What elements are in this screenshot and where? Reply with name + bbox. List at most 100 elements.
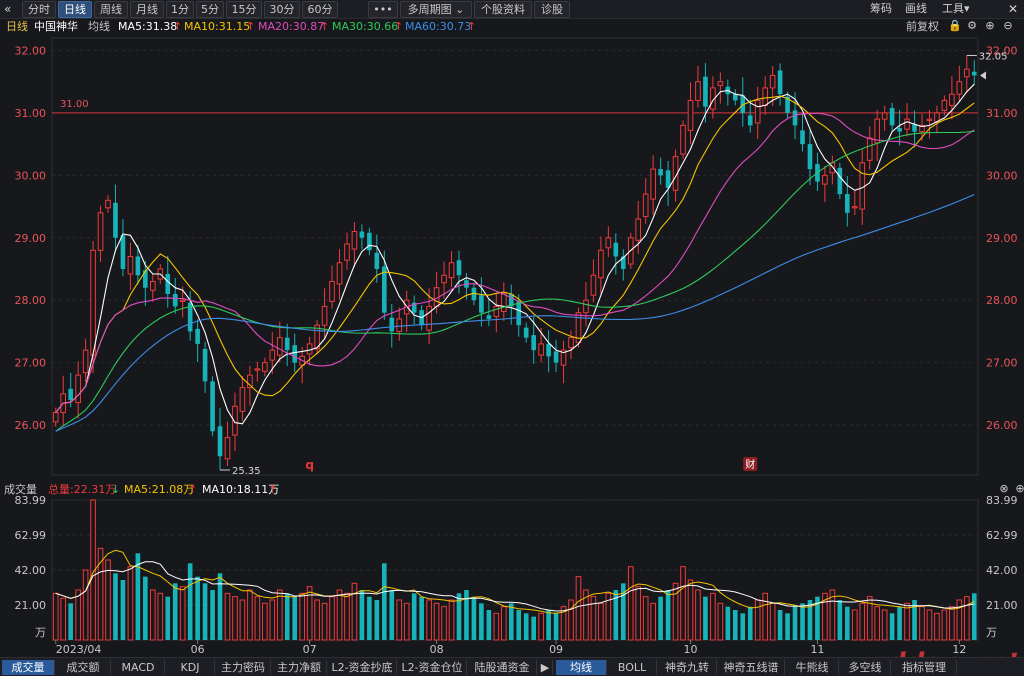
ma60-line bbox=[55, 193, 975, 432]
volume-bar-down bbox=[740, 613, 746, 640]
candle-body-down bbox=[732, 94, 738, 101]
candle-body-up bbox=[90, 249, 96, 356]
candle-body-down bbox=[120, 235, 126, 269]
volume-bar-up bbox=[82, 569, 89, 641]
candle-body-down bbox=[113, 202, 118, 238]
indicator-tab-2[interactable]: MACD bbox=[112, 660, 165, 675]
candle-body-up bbox=[635, 218, 642, 241]
candle-body-down bbox=[367, 232, 372, 251]
expand-panel-icon[interactable]: ⊕ bbox=[1014, 483, 1024, 495]
indicator-tab-0[interactable]: 成交量 bbox=[2, 660, 55, 675]
volume-bar-down bbox=[389, 589, 395, 640]
candle-body-down bbox=[516, 301, 522, 326]
indicator-tab-6[interactable]: L2-资金抄底 bbox=[328, 660, 397, 675]
volume-bar-down bbox=[471, 596, 477, 640]
candle-body-up bbox=[441, 274, 447, 284]
candle-body-down bbox=[523, 327, 529, 338]
indicator-tab-4[interactable]: 主力密码 bbox=[216, 660, 271, 675]
price-tick-left: 29.00 bbox=[15, 232, 47, 245]
close-panel-icon[interactable]: ⊗ bbox=[998, 483, 1010, 495]
volume-bar-down bbox=[516, 609, 522, 640]
overlay-tab-1[interactable]: BOLL bbox=[608, 660, 657, 675]
volume-bar-up bbox=[881, 609, 888, 641]
volume-ma5-line bbox=[55, 549, 975, 614]
volume-bar-up bbox=[762, 592, 768, 641]
volume-bar-up bbox=[642, 596, 649, 641]
candle-body-up bbox=[500, 293, 507, 312]
candle-body-up bbox=[329, 280, 335, 302]
volume-bar-down bbox=[665, 589, 671, 640]
volume-bar-up bbox=[956, 599, 963, 641]
volume-title: 成交量 bbox=[4, 483, 37, 496]
volume-ma5: MA5:21.08万 bbox=[124, 483, 195, 496]
price-tick-left: 28.00 bbox=[15, 294, 47, 307]
x-tick-label: 06 bbox=[191, 643, 205, 656]
volume-bar-up bbox=[329, 596, 335, 641]
volume-bar-up bbox=[60, 597, 67, 641]
volume-bar-up bbox=[314, 599, 320, 641]
volume-ma10-up-arrow-icon: ↑ bbox=[268, 483, 278, 496]
volume-bar-down bbox=[658, 596, 663, 640]
candle-body-up bbox=[605, 237, 612, 249]
overlay-tab-2[interactable]: 神奇九转 bbox=[658, 660, 717, 675]
price-tick-right: 28.00 bbox=[986, 294, 1018, 307]
candle-body-up bbox=[426, 305, 432, 331]
candle-body-up bbox=[904, 118, 910, 130]
candle-body-down bbox=[359, 231, 365, 238]
volume-bar-up bbox=[448, 599, 455, 641]
overlay-tab-0[interactable]: 均线 bbox=[556, 660, 607, 675]
candle-body-down bbox=[292, 345, 298, 363]
volume-total-down-arrow-icon: ↓ bbox=[111, 483, 121, 496]
candle-body-up bbox=[583, 299, 589, 314]
volume-bar-up bbox=[874, 606, 881, 641]
volume-bar-down bbox=[792, 606, 798, 640]
candle-body-up bbox=[538, 343, 544, 356]
overlay-tab-5[interactable]: 多空线 bbox=[840, 660, 891, 675]
candle-body-down bbox=[165, 273, 171, 294]
volume-bar-up bbox=[949, 606, 955, 641]
price-tick-left: 31.00 bbox=[15, 107, 47, 120]
overlay-tab-4[interactable]: 牛熊线 bbox=[786, 660, 839, 675]
volume-tick-right: 42.00 bbox=[986, 564, 1018, 577]
volume-total: 总量:22.31万 bbox=[48, 483, 117, 496]
indicator-tab-1[interactable]: 成交额 bbox=[56, 660, 111, 675]
overlay-tab-3[interactable]: 神奇五线谱 bbox=[718, 660, 785, 675]
volume-bar-up bbox=[687, 579, 694, 641]
volume-header: 成交量 总量:22.31万 ↓ MA5:21.08万 ↑ MA10:18.11万… bbox=[0, 482, 1024, 498]
x-tick-label: 2023/04 bbox=[56, 643, 102, 656]
volume-bar-down bbox=[411, 593, 417, 640]
volume-bar-down bbox=[732, 609, 738, 640]
candle-body-up bbox=[941, 99, 948, 111]
volume-bar-down bbox=[172, 583, 178, 640]
candlestick-chart[interactable]: 31.00 32.00 32.0031.00 31.0030.00 30.0029.0… bbox=[0, 0, 1024, 676]
volume-ma5-up-arrow-icon: ↑ bbox=[188, 483, 198, 496]
volume-bar-up bbox=[344, 592, 350, 641]
candle-body-up bbox=[822, 174, 828, 185]
volume-bar-up bbox=[403, 602, 410, 641]
candle-body-up bbox=[881, 112, 888, 120]
candle-body-down bbox=[792, 110, 798, 126]
price-tick-left: 30.00 bbox=[15, 169, 47, 182]
candle-body-down bbox=[777, 70, 783, 95]
candle-body-up bbox=[269, 349, 276, 361]
candle-body-up bbox=[866, 137, 873, 161]
volume-bar-up bbox=[575, 576, 582, 641]
indicator-tab-5[interactable]: 主力净额 bbox=[272, 660, 327, 675]
indicator-tab-3[interactable]: KDJ bbox=[166, 660, 215, 675]
candle-body-down bbox=[747, 115, 753, 126]
tabs-scroll-right-icon[interactable]: ▶ bbox=[538, 660, 553, 675]
volume-bar-down bbox=[546, 609, 551, 640]
volume-bar-up bbox=[598, 602, 604, 641]
candle-body-down bbox=[217, 426, 223, 457]
volume-bar-up bbox=[650, 602, 656, 641]
volume-bar-up bbox=[299, 592, 305, 641]
x-tick-label: 09 bbox=[549, 643, 563, 656]
indicator-tab-7[interactable]: L2-资金仓位 bbox=[398, 660, 467, 675]
volume-bar-down bbox=[68, 603, 73, 640]
overlay-tab-6[interactable]: 指标管理 bbox=[892, 660, 957, 675]
volume-bar-up bbox=[941, 609, 948, 641]
volume-bar-down bbox=[777, 609, 783, 640]
indicator-tab-8[interactable]: 陆股通资金 bbox=[468, 660, 537, 675]
volume-bar-down bbox=[464, 589, 469, 640]
candle-body-down bbox=[202, 348, 208, 382]
